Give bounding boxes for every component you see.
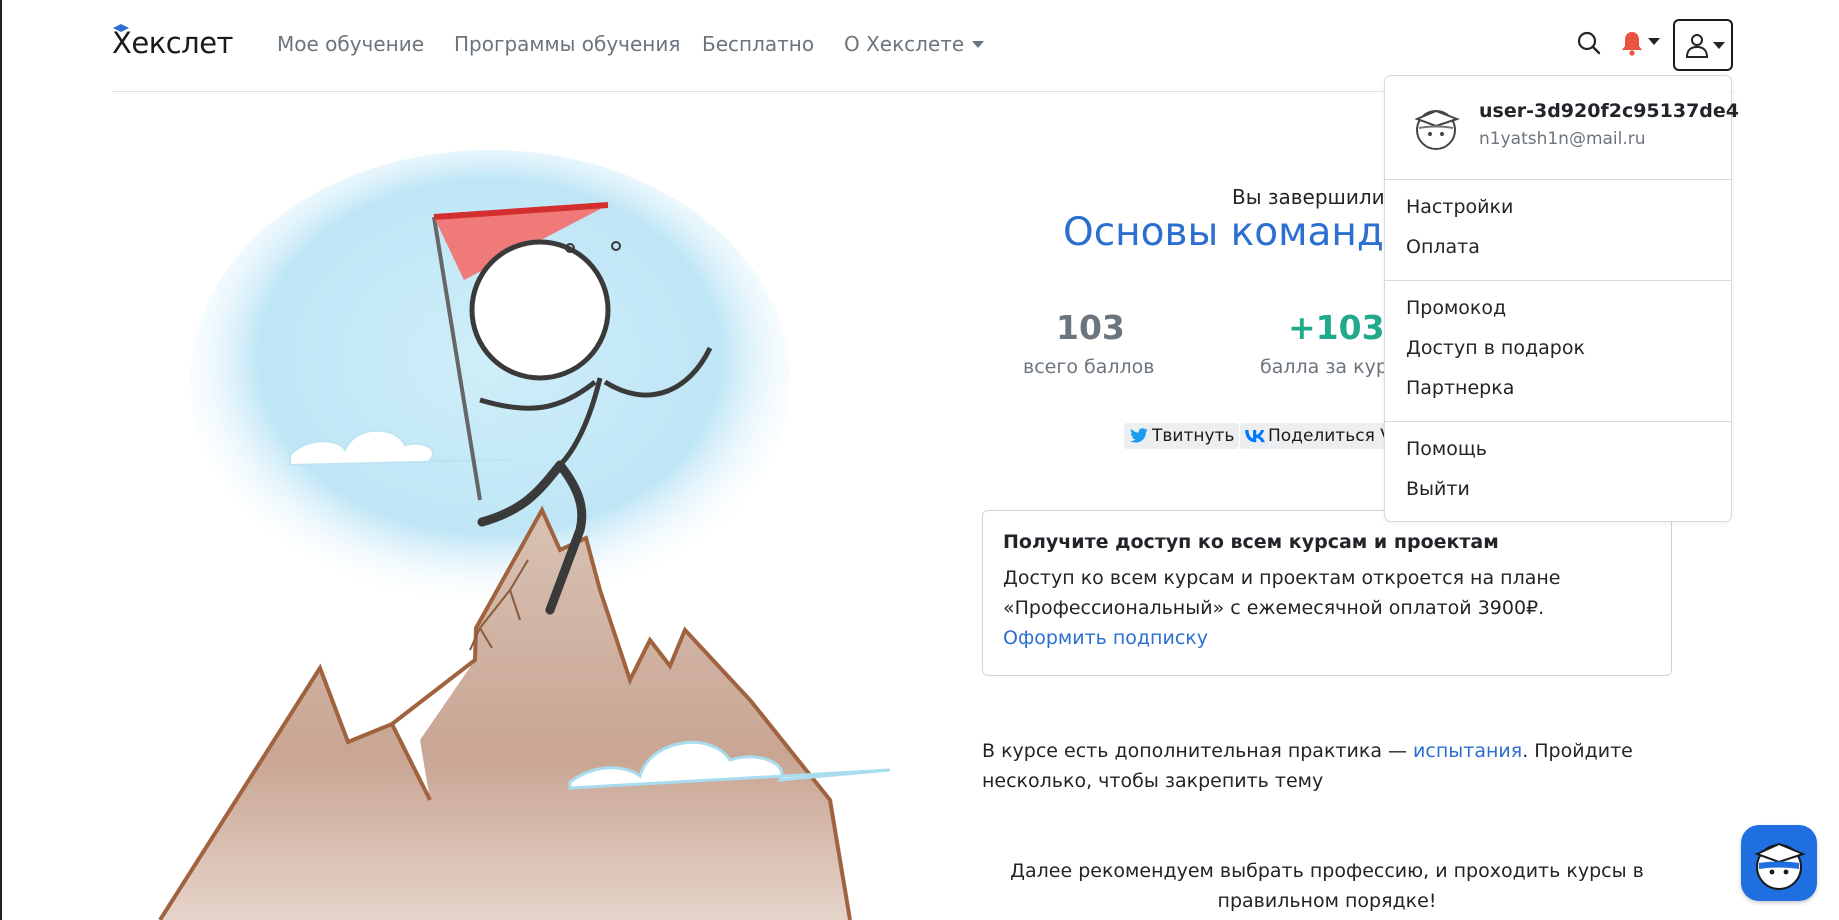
search-button[interactable] [1574,28,1604,58]
bell-icon [1622,32,1642,56]
search-icon [1577,31,1601,55]
total-points-label: всего баллов [1023,356,1155,378]
menu-item-partner[interactable]: Партнерка [1406,377,1514,399]
nav-my-learning[interactable]: Мое обучение [277,32,424,56]
total-points-value: 103 [1056,308,1125,347]
user-menu-button[interactable] [1673,19,1733,71]
nav-about-dropdown[interactable]: О Хекслете [844,32,985,56]
help-bot-icon [1754,842,1806,890]
mountain-illustration [158,150,891,920]
practice-paragraph: В курсе есть дополнительная практика — и… [982,736,1672,796]
menu-item-promo[interactable]: Промокод [1406,297,1506,319]
menu-item-help[interactable]: Помощь [1406,438,1487,460]
recommendation-text: Далее рекомендуем выбрать профессию, и п… [1010,860,1644,912]
course-points-label: балла за кур [1260,356,1388,378]
nav-about-label: О Хекслете [844,32,965,56]
promo-title: Получите доступ ко всем курсам и проекта… [1003,531,1499,553]
notifications-button[interactable] [1620,28,1668,58]
user-dropdown-menu: user-3d920f2c95137de4 n1yatsh1n@mail.ru … [1384,75,1739,522]
nav-free[interactable]: Бесплатно [702,32,814,56]
twitter-icon [1130,428,1148,443]
help-chat-button[interactable] [1741,825,1817,901]
nav-programs[interactable]: Программы обучения [454,32,680,56]
chevron-down-icon [972,41,985,48]
course-points-value: +103 [1288,308,1385,347]
menu-item-settings[interactable]: Настройки [1406,196,1513,218]
window-left-border [0,0,2,920]
challenges-link[interactable]: испытания [1413,740,1522,762]
course-title-link[interactable]: Основы командн [1063,210,1409,255]
tweet-button[interactable]: Твитнуть [1124,423,1240,449]
logo-cap-icon [113,24,129,32]
dropdown-username: user-3d920f2c95137de4 [1479,100,1740,122]
dropdown-divider [1385,421,1731,422]
subscribe-link[interactable]: Оформить подписку [1003,623,1651,653]
dropdown-email: n1yatsh1n@mail.ru [1479,129,1646,149]
user-icon [1685,34,1709,58]
vk-share-label: Поделиться VI [1268,426,1390,446]
vk-icon [1245,430,1265,443]
vk-share-button[interactable]: Поделиться VI [1240,423,1390,449]
logo-text: Хекслет [112,26,233,60]
practice-text-before: В курсе есть дополнительная практика — [982,740,1414,762]
promo-text: Доступ ко всем курсам и проектам откроет… [1003,567,1561,619]
course-finished-text: Вы завершили к [1232,185,1404,209]
menu-item-logout[interactable]: Выйти [1406,478,1470,500]
dropdown-divider [1385,179,1731,180]
menu-item-payment[interactable]: Оплата [1406,236,1480,258]
hexlet-logo[interactable]: Хекслет [112,24,233,60]
subscription-promo-card: Получите доступ ко всем курсам и проекта… [982,510,1672,676]
tweet-label: Твитнуть [1152,426,1235,446]
menu-item-gift[interactable]: Доступ в подарок [1406,337,1585,359]
hexlet-avatar-icon [1414,109,1460,150]
chevron-down-icon [1713,42,1725,49]
dropdown-divider [1385,280,1731,281]
chevron-down-icon [1648,38,1660,45]
